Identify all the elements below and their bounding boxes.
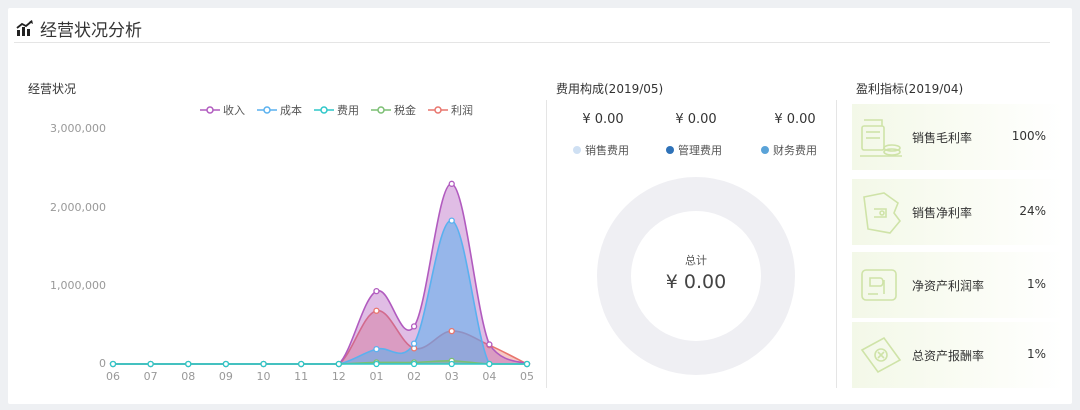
indicator-value: 100% <box>1011 129 1046 143</box>
indicator-roe: 净资产利润率 1% <box>852 252 1064 318</box>
legend-label: 销售费用 <box>585 144 629 157</box>
cash-register-icon <box>860 119 902 157</box>
legend-label: 管理费用 <box>678 144 722 157</box>
data-point[interactable] <box>486 341 493 348</box>
data-point[interactable] <box>448 327 455 335</box>
wallet-icon <box>863 192 902 234</box>
legend-item-finance-expense[interactable]: 财务费用 <box>761 142 817 158</box>
legend-dot <box>573 146 581 154</box>
profit-section-title: 盈利指标(2019/04) <box>856 82 964 96</box>
data-point[interactable] <box>222 360 230 368</box>
indicator-value: 1% <box>1026 347 1046 361</box>
data-point[interactable] <box>523 360 531 368</box>
data-point[interactable] <box>486 360 493 368</box>
indicator-roa: 总资产报酬率 1% <box>852 322 1064 388</box>
bank-card-icon <box>861 269 897 301</box>
legend-item-admin-expense[interactable]: 管理费用 <box>666 142 722 158</box>
data-point[interactable] <box>373 287 380 295</box>
indicator-gross-margin: 销售毛利率 100% <box>852 104 1064 170</box>
data-point[interactable] <box>185 360 192 368</box>
section-divider <box>836 100 837 388</box>
data-point[interactable] <box>410 340 418 347</box>
donut-total-value: ¥ 0.00 <box>665 271 727 293</box>
legend-item-sales-expense[interactable]: 销售费用 <box>573 142 629 158</box>
indicator-value: 1% <box>1026 277 1046 291</box>
indicator-label: 销售净利率 <box>912 206 973 220</box>
data-point[interactable] <box>373 307 380 314</box>
data-point[interactable] <box>260 360 267 368</box>
legend-label: 财务费用 <box>773 144 817 157</box>
data-point[interactable] <box>410 323 418 330</box>
data-point[interactable] <box>109 360 117 368</box>
indicator-label: 净资产利润率 <box>912 279 985 293</box>
data-point[interactable] <box>448 360 455 368</box>
data-point[interactable] <box>373 345 380 353</box>
admin-expense-value: ¥ 0.00 <box>675 112 717 127</box>
indicator-value: 24% <box>1019 204 1046 218</box>
data-point[interactable] <box>410 360 418 368</box>
data-point[interactable] <box>298 360 305 368</box>
finance-expense-value: ¥ 0.00 <box>774 112 816 127</box>
section-divider <box>546 100 547 388</box>
data-point[interactable] <box>448 180 455 187</box>
indicator-net-margin: 销售净利率 24% <box>852 179 1064 245</box>
sales-expense-value: ¥ 0.00 <box>582 112 624 127</box>
data-point[interactable] <box>147 360 154 368</box>
legend-dot <box>666 146 674 154</box>
money-note-icon <box>860 336 902 374</box>
data-point[interactable] <box>373 360 380 368</box>
legend-dot <box>761 146 769 154</box>
data-point[interactable] <box>448 217 455 224</box>
indicator-label: 销售毛利率 <box>912 131 973 145</box>
donut-total-label: 总计 <box>685 254 707 267</box>
data-point[interactable] <box>335 360 342 368</box>
indicator-label: 总资产报酬率 <box>912 349 985 363</box>
costs-section-title: 费用构成(2019/05) <box>556 82 664 96</box>
